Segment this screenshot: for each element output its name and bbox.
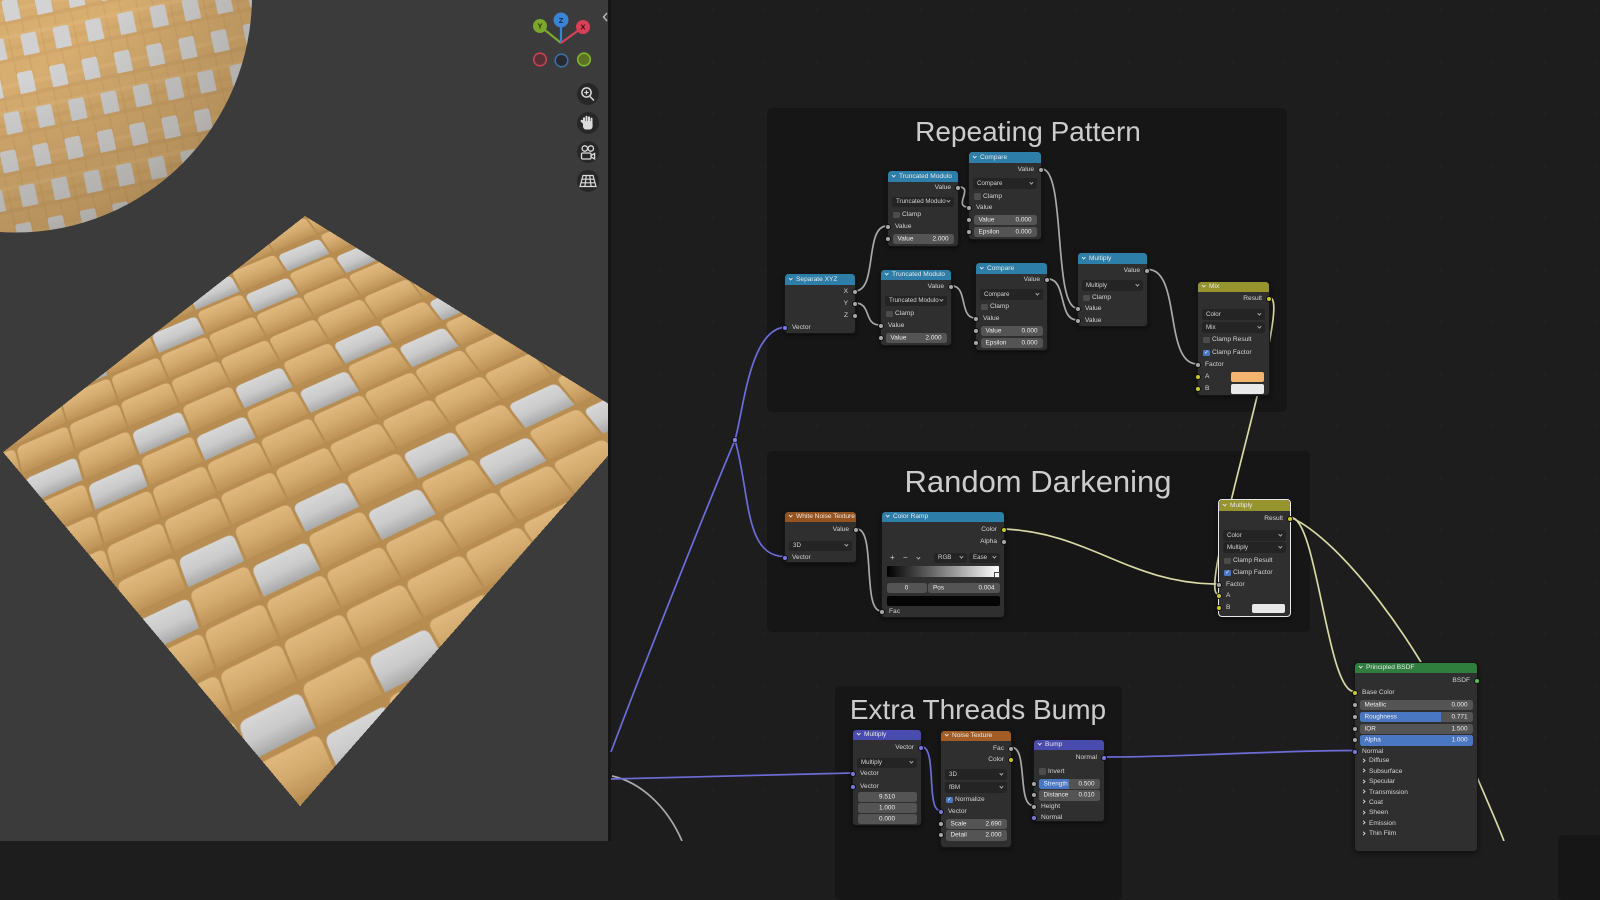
svg-text:Y: Y xyxy=(537,22,542,31)
svg-text:X: X xyxy=(580,23,585,32)
svg-text:Z: Z xyxy=(559,16,564,25)
